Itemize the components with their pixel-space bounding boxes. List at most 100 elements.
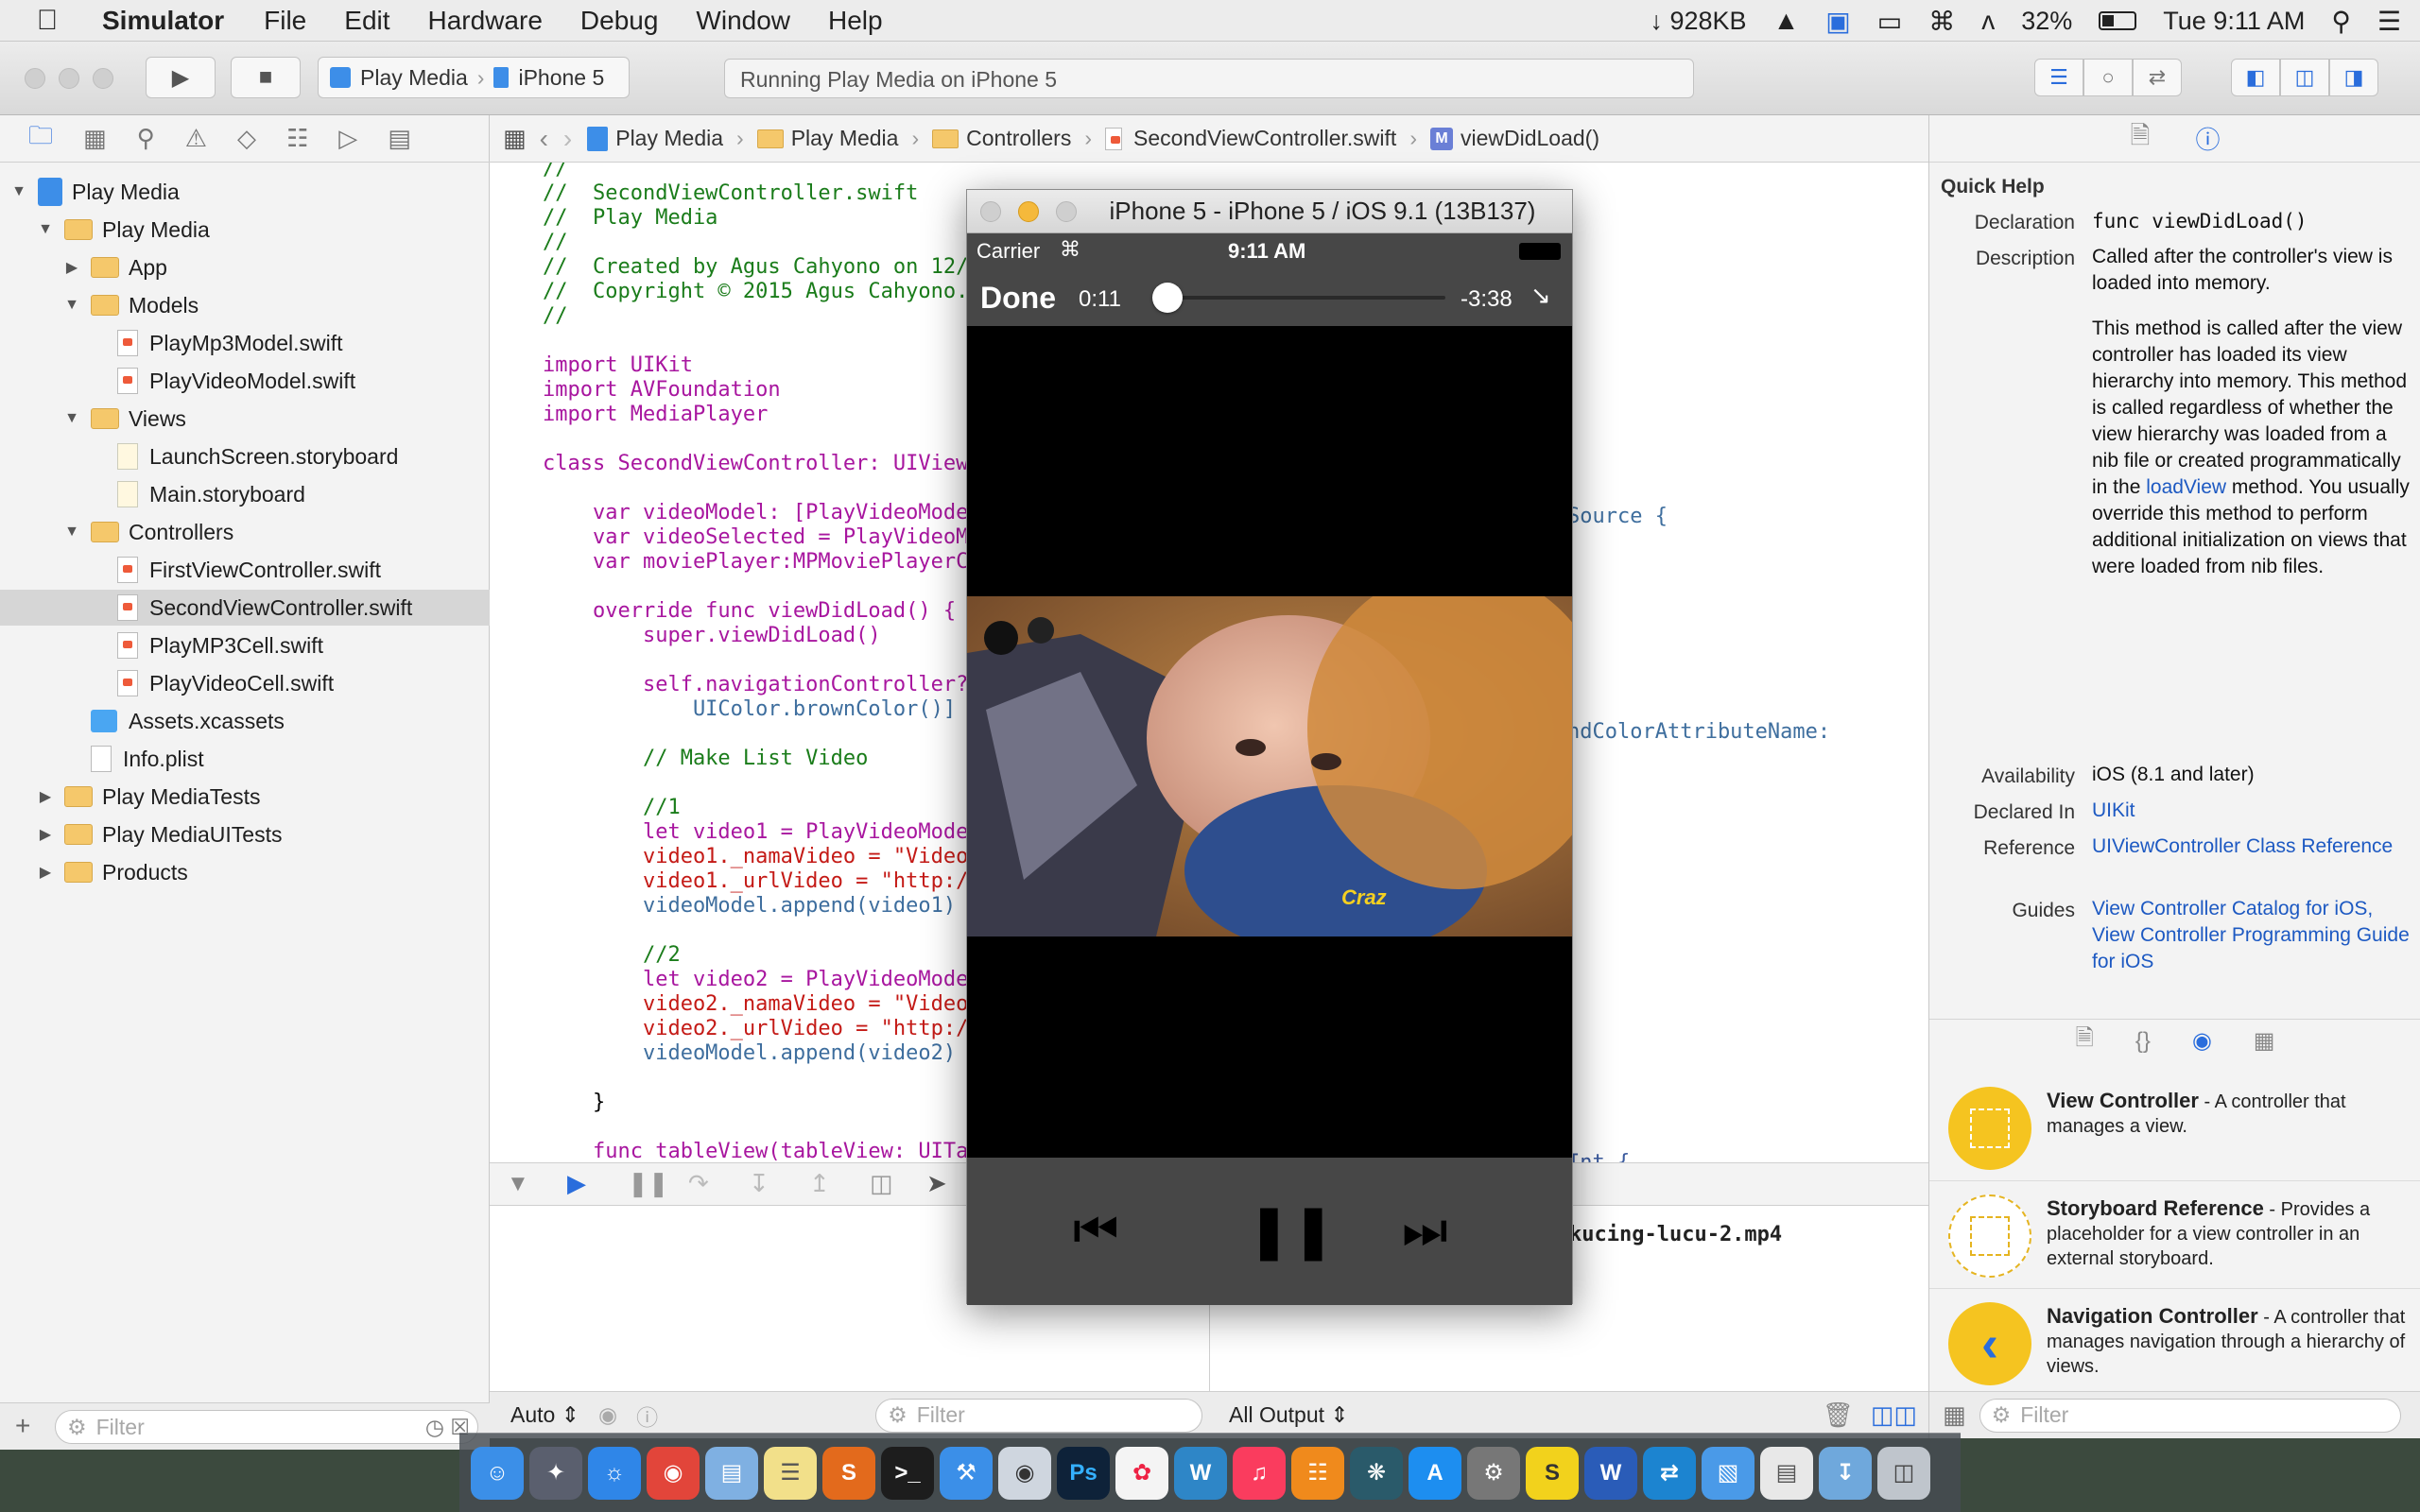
photos-icon[interactable]: ✿ [1115,1446,1168,1500]
scrubber-track[interactable] [1151,283,1445,313]
notes-icon[interactable]: ☰ [764,1446,817,1500]
navigator-row[interactable]: PlayMP3Cell.swift [0,627,490,663]
library-filter-input[interactable]: ⚙ Filter [1979,1398,2401,1433]
navigator-row[interactable]: Assets.xcassets [0,703,490,739]
trash-icon[interactable]: ◫ [1877,1446,1930,1500]
app-status-icon[interactable]: ▣ [1825,6,1850,37]
terminal-icon[interactable]: >_ [881,1446,934,1500]
simulator-titlebar[interactable]: iPhone 5 - iPhone 5 / iOS 9.1 (13B137) [967,190,1572,233]
navigator-filter-input[interactable]: ⚙ Filter ◷ ☒ [55,1410,478,1444]
navigator-row[interactable]: PlayVideoCell.swift [0,665,490,701]
info-icon[interactable]: ⓘ [636,1400,658,1432]
disclosure-open-icon[interactable]: ▼ [62,297,81,314]
menu-debug[interactable]: Debug [580,6,659,36]
reference-link[interactable]: UIViewController Class Reference [2092,833,2410,860]
navigator-row[interactable]: LaunchScreen.storyboard [0,438,490,474]
variables-filter-input[interactable]: ⚙ Filter [875,1398,1203,1433]
navigator-row[interactable]: ▶ Products [0,854,490,890]
sublime-text-icon[interactable]: S [822,1446,875,1500]
ibooks-icon[interactable]: ☷ [1291,1446,1344,1500]
previous-track-icon[interactable]: ⏮ [1073,1201,1119,1261]
eye-icon[interactable]: ◉ [598,1402,617,1428]
split-view-icon[interactable]: ◫◫ [1871,1400,1917,1430]
disclosure-open-icon[interactable]: ▼ [62,524,81,541]
location-icon[interactable]: ➤ [926,1169,947,1198]
standard-editor-button[interactable]: ☰ [2034,59,2083,96]
test-icon[interactable]: ◇ [237,124,256,153]
navigator-row[interactable]: ▼ Views [0,401,490,437]
wordpress-icon[interactable]: W [1174,1446,1227,1500]
downloads-folder-icon[interactable]: ↧ [1819,1446,1872,1500]
photoshop-icon[interactable]: Ps [1057,1446,1110,1500]
guide-link-1[interactable]: View Controller Catalog for iOS [2092,898,2367,919]
launchpad-icon[interactable]: ✦ [529,1446,582,1500]
declared-in-link[interactable]: UIKit [2092,798,2410,824]
simulator-close-button[interactable] [980,201,1001,222]
library-item-view-controller[interactable]: View Controller - A controller that mana… [1929,1075,2420,1181]
menu-file[interactable]: File [264,6,306,36]
breakpoints-toggle-icon[interactable]: ▶ [567,1169,586,1198]
forward-icon[interactable]: › [563,124,572,154]
view-hierarchy-icon[interactable]: ◫ [870,1169,893,1198]
navigator-row[interactable]: ▼ Play Media [0,212,490,248]
crumb-project[interactable]: Play Media [587,126,723,151]
hide-debug-icon[interactable]: ▼ [507,1171,529,1197]
preview-icon[interactable]: ▤ [705,1446,758,1500]
done-button[interactable]: Done [980,281,1056,316]
crumb-file[interactable]: SecondViewController.swift [1105,126,1396,151]
breakpoint-icon[interactable]: ▷ [338,124,357,153]
debug-navigator-icon[interactable]: ☷ [286,124,308,153]
scheme-selector[interactable]: Play Media › iPhone 5 [318,57,630,98]
menu-help[interactable]: Help [828,6,883,36]
step-into-icon[interactable]: ↧ [749,1169,769,1198]
disclosure-closed-icon[interactable]: ▶ [36,825,55,844]
scrubber-thumb[interactable] [1151,283,1183,313]
toggle-navigator-button[interactable]: ◧ [2231,59,2280,96]
pause-icon[interactable]: ❚❚ [628,1169,669,1198]
simulator-app-icon[interactable]: ▧ [1702,1446,1754,1500]
navigator-row[interactable]: Info.plist [0,741,490,777]
sourcetree-icon[interactable]: ❋ [1350,1446,1403,1500]
itunes-icon[interactable]: ♫ [1233,1446,1286,1500]
navigator-row[interactable]: ▼ Play Media [0,174,490,210]
navigator-row[interactable]: PlayMp3Model.swift [0,325,490,361]
media-library-icon[interactable]: ▦ [2254,1027,2275,1055]
wifi-icon[interactable]: ⌘ [1928,6,1955,37]
window-zoom-button[interactable] [93,68,113,89]
crumb-controllers[interactable]: Controllers [932,126,1071,151]
step-over-icon[interactable]: ↷ [688,1169,709,1198]
window-close-button[interactable] [25,68,45,89]
console-mode-select[interactable]: All Output ⇕ [1229,1402,1349,1428]
menu-clock[interactable]: Tue 9:11 AM [2163,7,2305,36]
menu-hardware[interactable]: Hardware [428,6,543,36]
next-track-icon[interactable]: ⏭ [1402,1201,1448,1261]
spotlight-search-icon[interactable]: ⚲ [2331,6,2351,37]
menu-edit[interactable]: Edit [344,6,389,36]
navigator-row[interactable]: ▶ Play MediaTests [0,779,490,815]
step-out-icon[interactable]: ↥ [809,1169,830,1198]
version-editor-button[interactable]: ⇄ [2133,59,2182,96]
battery-icon[interactable] [2099,11,2137,30]
navigator-row[interactable]: FirstViewController.swift [0,552,490,588]
disclosure-open-icon[interactable]: ▼ [9,183,28,200]
app-store-icon[interactable]: A [1409,1446,1461,1500]
menu-window[interactable]: Window [696,6,790,36]
airplay-icon[interactable]: ▭ [1877,6,1902,37]
grid-view-icon[interactable]: ▦ [1943,1400,1966,1430]
bluetooth-icon[interactable]: ᴧ [1981,6,1995,36]
stop-button[interactable]: ■ [231,57,301,98]
file-inspector-icon[interactable]: 🗎 [2131,118,2151,160]
navigator-row[interactable]: ▶ App [0,249,490,285]
crumb-method[interactable]: MviewDidLoad() [1429,126,1599,151]
folder-icon[interactable]: 🗀 [28,118,53,160]
navigator-row[interactable]: PlayVideoModel.swift [0,363,490,399]
disclosure-closed-icon[interactable]: ▶ [62,258,81,277]
file-template-icon[interactable]: 🗎 [2076,1022,2094,1060]
menu-app-name[interactable]: Simulator [102,6,224,36]
exit-fullscreen-icon[interactable]: ↘ [1530,281,1551,310]
navigator-row[interactable]: ▼ Controllers [0,514,490,550]
trash-icon[interactable]: 🗑 [1823,1400,1854,1430]
simulator-minimize-button[interactable] [1018,201,1039,222]
word-icon[interactable]: W [1584,1446,1637,1500]
navigator-row[interactable]: SecondViewController.swift [0,590,490,626]
